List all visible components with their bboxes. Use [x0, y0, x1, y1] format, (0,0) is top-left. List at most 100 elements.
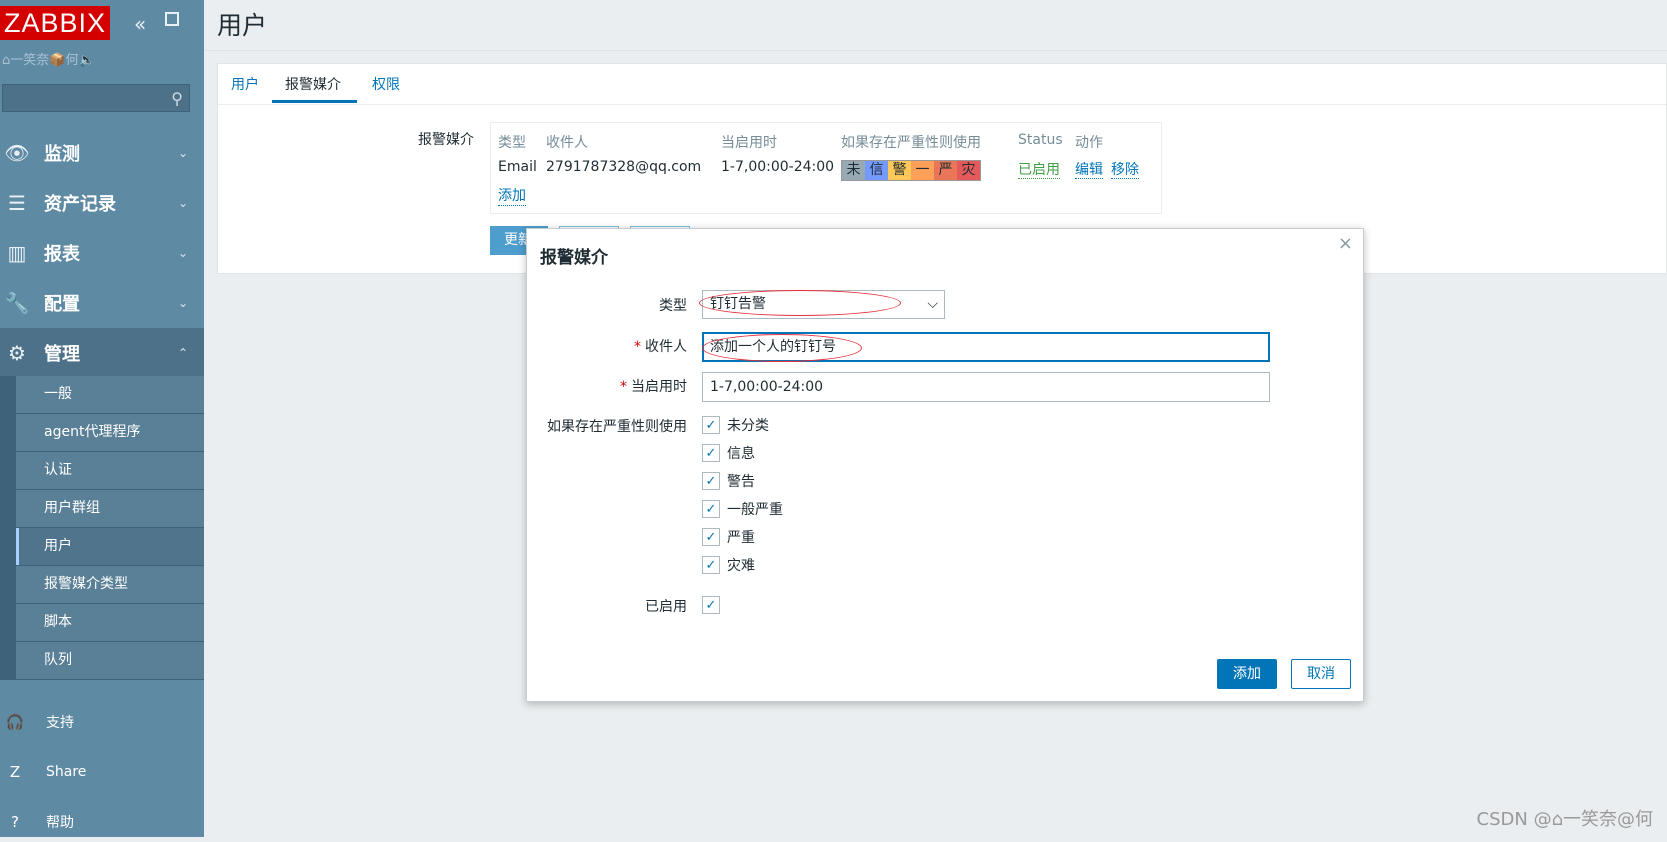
when-active-input[interactable]: 1-7,00:00-24:00: [702, 372, 1270, 402]
nav-configuration[interactable]: 🔧 配置 ⌄: [0, 278, 204, 328]
media-label: 报警媒介: [418, 132, 474, 148]
chevron-down-icon: ⌄: [177, 196, 188, 210]
eye-icon: 👁: [4, 141, 30, 165]
collapse-sidebar-icon[interactable]: «: [134, 12, 146, 36]
submenu-item-user-groups[interactable]: 用户群组: [16, 490, 204, 528]
bar-chart-icon: ▥: [7, 241, 27, 265]
submenu-item-proxies[interactable]: agent代理程序: [16, 414, 204, 452]
column-header: 当启用时: [721, 135, 777, 151]
severity-not-classified: 未: [842, 161, 865, 180]
admin-submenu: 一般 agent代理程序 认证 用户群组 用户 报警媒介类型 脚本 队列: [0, 376, 204, 680]
kiosk-mode-icon[interactable]: [165, 12, 179, 26]
nav-administration[interactable]: ⚙ 管理 ⌃: [0, 328, 204, 378]
checkbox-checked[interactable]: ✓: [702, 444, 720, 462]
sidebar: ZABBIX « ⌂一笑奈📦何🔈 ⚲ 👁 监测 ⌄ ☰ 资产记录 ⌄ ▥ 报表 …: [0, 0, 204, 837]
severity-warning: 警: [888, 161, 911, 180]
chevron-down-icon: ⌄: [177, 296, 188, 310]
nav-label: 管理: [44, 344, 80, 365]
severity-option-label: 严重: [727, 530, 755, 546]
tab-permissions[interactable]: 权限: [372, 74, 400, 94]
column-header: 如果存在严重性则使用: [841, 135, 981, 151]
tab-user[interactable]: 用户: [231, 74, 259, 94]
severity-option[interactable]: ✓ 一般严重: [702, 498, 783, 520]
nav-support[interactable]: 🎧 支持: [0, 702, 204, 742]
checkbox-checked[interactable]: ✓: [702, 556, 720, 574]
submenu-item-authentication[interactable]: 认证: [16, 452, 204, 490]
checkbox-checked[interactable]: ✓: [702, 416, 720, 434]
severity-option[interactable]: ✓ 警告: [702, 470, 755, 492]
nav-monitoring[interactable]: 👁 监测 ⌄: [0, 128, 204, 178]
nav-help[interactable]: ? 帮助: [0, 802, 204, 842]
edit-link[interactable]: 编辑: [1075, 162, 1103, 179]
cancel-button[interactable]: 取消: [1291, 659, 1351, 689]
column-header: 动作: [1075, 135, 1103, 151]
add-button[interactable]: 添加: [1217, 659, 1277, 689]
enabled-checkbox[interactable]: ✓: [702, 596, 720, 614]
chevron-down-icon: ⌄: [177, 146, 188, 160]
add-media-link[interactable]: 添加: [498, 185, 526, 206]
nav-reports[interactable]: ▥ 报表 ⌄: [0, 228, 204, 278]
checkbox-checked[interactable]: ✓: [702, 500, 720, 518]
recipient-label: * 收件人: [634, 339, 687, 355]
share-z-icon: Z: [9, 763, 21, 781]
submenu-item-queue[interactable]: 队列: [16, 642, 204, 680]
column-header: 类型: [498, 135, 526, 151]
close-icon[interactable]: ×: [1338, 233, 1353, 254]
chevron-down-icon: ⌄: [177, 246, 188, 260]
chevron-up-icon: ⌃: [177, 346, 188, 360]
nav-label: 支持: [46, 715, 74, 731]
nav-inventory[interactable]: ☰ 资产记录 ⌄: [0, 178, 204, 228]
severity-option[interactable]: ✓ 信息: [702, 442, 755, 464]
checkbox-checked[interactable]: ✓: [702, 528, 720, 546]
severity-option-label: 信息: [727, 446, 755, 462]
severity-option[interactable]: ✓ 严重: [702, 526, 755, 548]
type-label: 类型: [659, 298, 687, 314]
nav-label: 配置: [44, 294, 80, 315]
media-type-cell: Email: [498, 159, 537, 175]
severity-option-label: 警告: [727, 474, 755, 490]
severity-option-label: 未分类: [727, 418, 769, 434]
nav-label: 资产记录: [44, 194, 116, 215]
required-marker: *: [634, 339, 641, 355]
checkbox-checked[interactable]: ✓: [702, 472, 720, 490]
submenu-item-general[interactable]: 一般: [16, 376, 204, 414]
enabled-label: 已启用: [645, 599, 687, 615]
when-active-cell: 1-7,00:00-24:00: [721, 159, 835, 175]
nav-share[interactable]: Z Share: [0, 752, 204, 792]
wrench-icon: 🔧: [4, 291, 30, 315]
search-icon[interactable]: ⚲: [171, 89, 183, 108]
severity-disaster: 灾: [957, 161, 980, 180]
search-input[interactable]: ⚲: [2, 84, 190, 112]
severity-indicator: 未 信 警 一 严 灾: [841, 160, 981, 181]
submenu-item-users[interactable]: 用户: [16, 528, 204, 566]
severity-high: 严: [934, 161, 957, 180]
severity-option[interactable]: ✓ 灾难: [702, 554, 755, 576]
column-header: Status: [1018, 132, 1063, 148]
gear-icon: ⚙: [8, 341, 26, 365]
remove-link[interactable]: 移除: [1111, 162, 1139, 179]
submenu-item-scripts[interactable]: 脚本: [16, 604, 204, 642]
chevron-down-icon: ⌵: [927, 296, 938, 312]
severity-average: 一: [911, 161, 934, 180]
required-marker: *: [620, 379, 627, 395]
enabled-option[interactable]: ✓: [702, 594, 720, 616]
user-info[interactable]: ⌂一笑奈📦何🔈: [2, 49, 95, 68]
annotation-ellipse: [699, 290, 901, 316]
nav-label: 帮助: [46, 815, 74, 831]
help-icon: ?: [11, 813, 19, 831]
active-tab-indicator: [272, 100, 357, 103]
severity-option[interactable]: ✓ 未分类: [702, 414, 769, 436]
severity-option-label: 灾难: [727, 558, 755, 574]
nav-label: 监测: [44, 144, 80, 165]
submenu-indent-strip: [0, 376, 16, 680]
media-table: 类型 收件人 当启用时 如果存在严重性则使用 Status 动作 Email 2…: [490, 122, 1162, 214]
headset-icon: 🎧: [5, 713, 25, 731]
severity-information: 信: [865, 161, 888, 180]
submenu-item-media-types[interactable]: 报警媒介类型: [16, 566, 204, 604]
severity-label: 如果存在严重性则使用: [547, 419, 687, 435]
status-enabled-link[interactable]: 已启用: [1018, 162, 1060, 179]
tab-media[interactable]: 报警媒介: [285, 74, 341, 94]
column-header: 收件人: [546, 135, 588, 151]
zabbix-logo[interactable]: ZABBIX: [0, 6, 111, 40]
page-title: 用户: [217, 11, 268, 40]
